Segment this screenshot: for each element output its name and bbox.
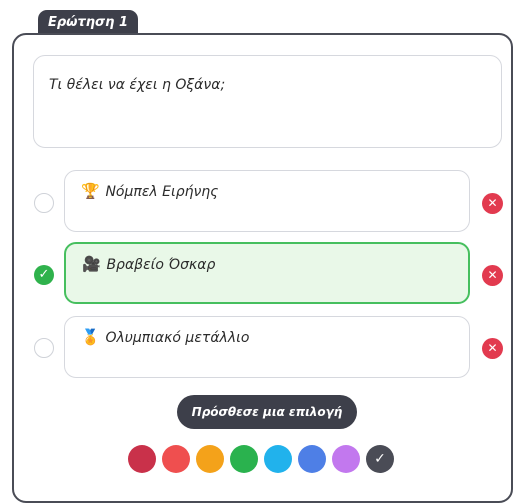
color-swatch-1[interactable]	[128, 445, 156, 473]
answer-3-radio[interactable]	[34, 338, 54, 358]
color-swatch-8[interactable]: ✓	[366, 445, 394, 473]
trophy-icon: 🏆	[81, 182, 100, 200]
delete-answer-1-button[interactable]: ✕	[482, 193, 503, 214]
color-swatch-2[interactable]	[162, 445, 190, 473]
answer-1-label: Νόμπελ Ειρήνης	[105, 184, 219, 200]
medal-icon: 🏅	[81, 328, 100, 346]
close-icon: ✕	[487, 196, 498, 210]
answer-2-field[interactable]: 🎥 Βραβείο Όσκαρ	[64, 242, 470, 304]
answer-3-field[interactable]: 🏅 Ολυμπιακό μετάλλιο	[64, 316, 470, 378]
film-camera-icon: 🎥	[82, 255, 101, 273]
color-swatch-6[interactable]	[298, 445, 326, 473]
answer-1-field[interactable]: 🏆 Νόμπελ Ειρήνης	[64, 170, 470, 232]
color-swatch-7[interactable]	[332, 445, 360, 473]
answer-1-radio[interactable]	[34, 193, 54, 213]
color-swatch-5[interactable]	[264, 445, 292, 473]
close-icon: ✕	[487, 268, 498, 282]
checkmark-icon: ✓	[374, 451, 386, 467]
delete-answer-2-button[interactable]: ✕	[482, 265, 503, 286]
close-icon: ✕	[487, 341, 498, 355]
question-tab: Ερώτηση 1	[38, 10, 138, 34]
color-swatch-4[interactable]	[230, 445, 258, 473]
delete-answer-3-button[interactable]: ✕	[482, 338, 503, 359]
answer-2-label: Βραβείο Όσκαρ	[106, 257, 216, 273]
color-swatch-3[interactable]	[196, 445, 224, 473]
add-option-button[interactable]: Πρόσθεσε μια επιλογή	[177, 395, 357, 429]
checkmark-icon: ✓	[38, 267, 50, 282]
answer-2-radio[interactable]: ✓	[34, 265, 54, 285]
answer-3-label: Ολυμπιακό μετάλλιο	[105, 330, 250, 346]
question-text-field[interactable]: Τι θέλει να έχει η Οξάνα;	[33, 55, 502, 148]
